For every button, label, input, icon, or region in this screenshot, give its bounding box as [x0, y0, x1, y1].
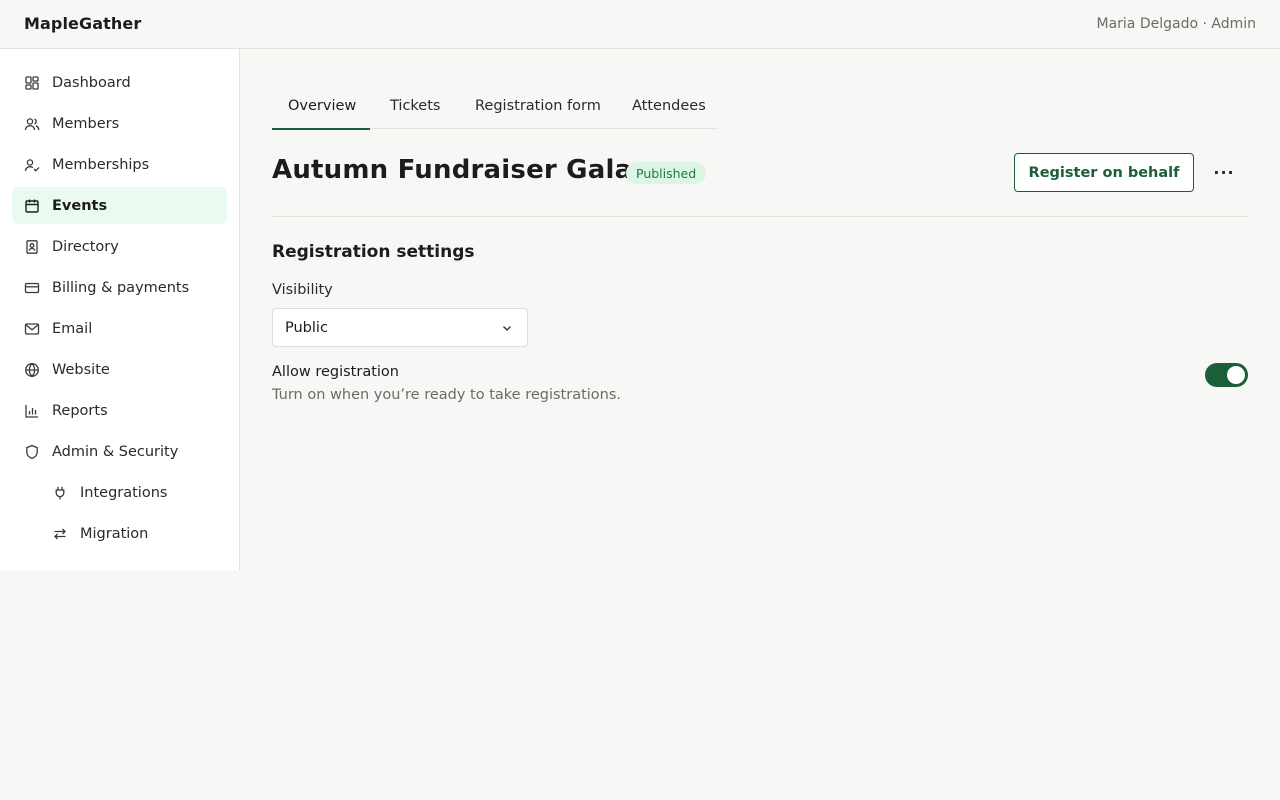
globe-icon	[24, 362, 40, 378]
allow-registration-toggle[interactable]	[1205, 363, 1248, 387]
sidebar-item-label: Email	[52, 320, 93, 337]
sidebar-item-dashboard[interactable]: Dashboard	[12, 64, 227, 101]
sidebar-item-website[interactable]: Website	[12, 351, 227, 388]
visibility-select[interactable]: Public	[272, 308, 528, 347]
brand-logo[interactable]: MapleGather	[24, 14, 141, 33]
credit-card-icon	[24, 280, 40, 296]
sidebar-item-directory[interactable]: Directory	[12, 228, 227, 265]
tab-attendees[interactable]: Attendees	[632, 86, 706, 129]
sidebar-item-label: Memberships	[52, 156, 150, 173]
visibility-label: Visibility	[272, 282, 333, 298]
sidebar-item-billing-payments[interactable]: Billing & payments	[12, 269, 227, 306]
tab-overview[interactable]: Overview	[272, 86, 370, 130]
allow-registration-help: Turn on when you’re ready to take regist…	[272, 387, 622, 403]
user-menu[interactable]: Maria Delgado · Admin	[1096, 16, 1256, 32]
sidebar-item-label: Admin & Security	[52, 443, 179, 460]
shield-icon	[24, 444, 40, 460]
sidebar-item-admin-security[interactable]: Admin & Security	[12, 433, 227, 470]
visibility-value: Public	[285, 319, 328, 336]
chevron-down-icon	[503, 326, 511, 331]
sidebar-item-label: Dashboard	[52, 74, 131, 91]
tab-registration-form[interactable]: Registration form	[475, 86, 601, 129]
arrows-swap-icon	[52, 526, 68, 542]
sidebar: Dashboard Members Memberships Events Dir…	[0, 49, 240, 570]
section-title: Registration settings	[272, 242, 475, 262]
sidebar-item-label: Reports	[52, 402, 108, 419]
sidebar-item-reports[interactable]: Reports	[12, 392, 227, 429]
event-tabs: Overview Tickets Registration form Atten…	[272, 86, 718, 130]
sidebar-item-label: Website	[52, 361, 110, 378]
status-badge: Published	[626, 162, 707, 184]
memberships-icon	[24, 157, 40, 173]
sidebar-item-label: Billing & payments	[52, 279, 190, 296]
plug-icon	[52, 485, 68, 501]
sidebar-item-members[interactable]: Members	[12, 105, 227, 142]
sidebar-item-email[interactable]: Email	[12, 310, 227, 347]
tab-tickets[interactable]: Tickets	[390, 86, 440, 129]
sidebar-item-label: Events	[52, 197, 108, 214]
top-bar: MapleGather Maria Delgado · Admin	[0, 0, 1280, 49]
more-options-icon[interactable]: ···	[1209, 160, 1239, 184]
sidebar-item-label: Members	[52, 115, 120, 132]
register-on-behalf-button[interactable]: Register on behalf	[1014, 153, 1194, 192]
bar-chart-icon	[24, 403, 40, 419]
dashboard-icon	[24, 75, 40, 91]
allow-registration-label: Allow registration	[272, 364, 399, 380]
sidebar-item-label: Directory	[52, 238, 119, 255]
sidebar-item-integrations[interactable]: Integrations	[12, 474, 227, 511]
sidebar-item-migration[interactable]: Migration	[12, 515, 227, 552]
toggle-knob	[1227, 366, 1245, 384]
sidebar-item-memberships[interactable]: Memberships	[12, 146, 227, 183]
calendar-icon	[24, 198, 40, 214]
sidebar-item-label: Integrations	[80, 484, 168, 501]
page-title: Autumn Fundraiser Gala	[272, 155, 633, 185]
members-icon	[24, 116, 40, 132]
sidebar-item-events[interactable]: Events	[12, 187, 227, 224]
directory-icon	[24, 239, 40, 255]
divider	[272, 216, 1248, 217]
sidebar-item-label: Migration	[80, 525, 149, 542]
mail-icon	[24, 321, 40, 337]
